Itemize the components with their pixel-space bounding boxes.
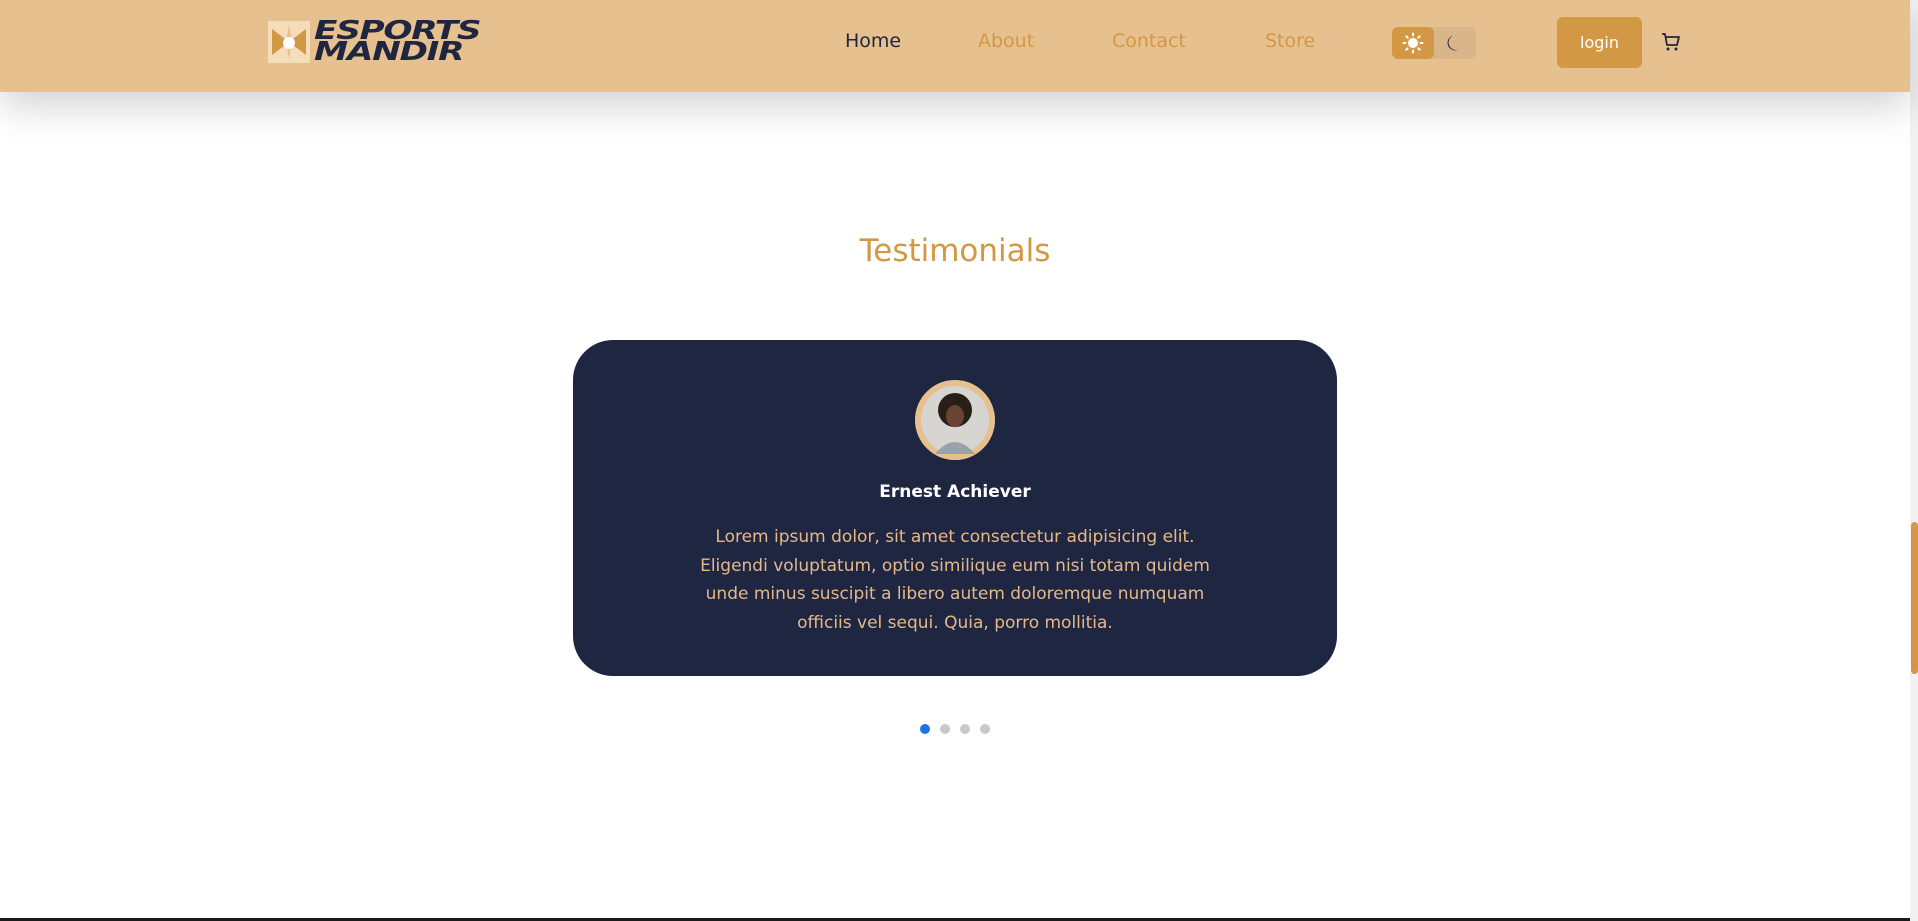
avatar-photo-icon [915,380,995,460]
logo-line-2: MANDIR [314,37,465,67]
nav-home-link[interactable]: Home [845,30,901,52]
sun-icon [1402,32,1424,54]
light-mode-toggle[interactable] [1392,27,1434,59]
nav-store-link[interactable]: Store [1265,30,1315,52]
section-title: Testimonials [859,233,1051,269]
nav-about-link[interactable]: About [978,30,1034,52]
navbar: ESPORTS MANDIR Home About Contact Store [0,0,1910,92]
logo-mark-icon [268,21,310,63]
nav-contact-link[interactable]: Contact [1112,30,1186,52]
scrollbar[interactable] [1910,0,1918,921]
login-button[interactable]: login [1557,17,1642,68]
carousel-dot-3[interactable] [960,724,970,734]
shopping-cart-icon[interactable] [1661,32,1681,52]
carousel-dot-4[interactable] [980,724,990,734]
logo-wordmark: ESPORTS MANDIR [314,18,482,65]
moon-icon [1447,35,1459,51]
theme-toggle[interactable] [1392,27,1476,59]
review-text: Lorem ipsum dolor, sit amet consectetur … [700,527,1210,633]
avatar [915,380,995,460]
logo[interactable]: ESPORTS MANDIR [268,18,482,65]
scrollbar-thumb[interactable] [1911,522,1918,674]
carousel-dots [920,724,990,734]
dark-mode-toggle[interactable] [1434,27,1476,59]
testimonial-card: Ernest Achiever Lorem ipsum dolor, sit a… [573,340,1337,676]
carousel-dot-2[interactable] [940,724,950,734]
reviewer-name: Ernest Achiever [879,482,1031,502]
carousel-dot-1[interactable] [920,724,930,734]
